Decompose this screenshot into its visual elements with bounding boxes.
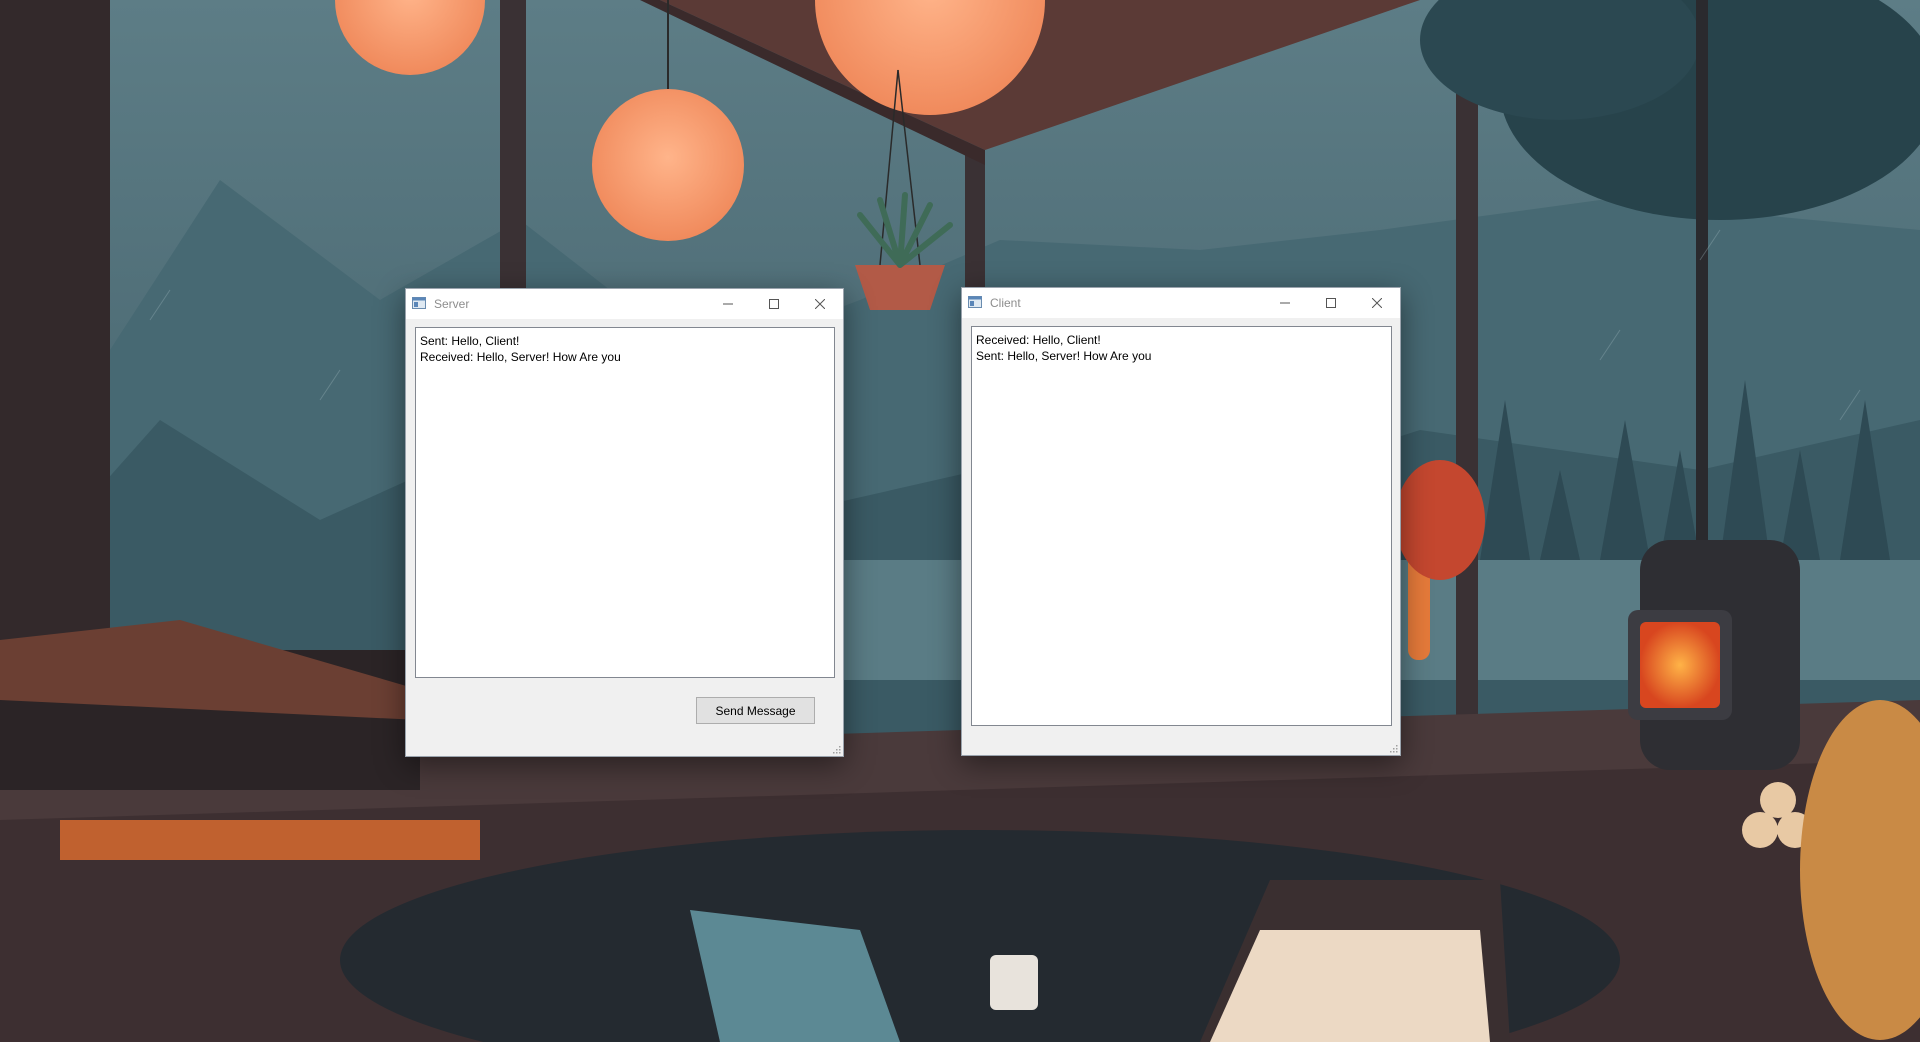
client-window[interactable]: Client Received: Hello, Client! Sent: He… [961,287,1401,756]
app-window-icon [412,297,426,309]
maximize-icon [769,299,779,309]
minimize-icon [723,303,733,305]
send-message-button[interactable]: Send Message [696,697,815,724]
minimize-icon [1280,302,1290,304]
client-message-log[interactable]: Received: Hello, Client! Sent: Hello, Se… [971,326,1392,726]
client-minimize-button[interactable] [1262,288,1308,318]
client-close-button[interactable] [1354,288,1400,318]
log-line: Sent: Hello, Server! How Are you [976,349,1152,363]
log-line: Sent: Hello, Client! [420,334,520,348]
app-window-icon [968,296,982,308]
server-titlebar[interactable]: Server [406,289,843,319]
resize-grip-icon[interactable] [1388,743,1398,753]
server-close-button[interactable] [797,289,843,319]
server-maximize-button[interactable] [751,289,797,319]
server-message-log[interactable]: Sent: Hello, Client! Received: Hello, Se… [415,327,835,678]
close-icon [815,299,825,309]
server-minimize-button[interactable] [705,289,751,319]
client-window-title: Client [990,296,1021,310]
log-line: Received: Hello, Server! How Are you [420,350,621,364]
resize-grip-icon[interactable] [831,744,841,754]
server-window[interactable]: Server Sent: Hello, Client! Received: He… [405,288,844,757]
maximize-icon [1326,298,1336,308]
server-window-title: Server [434,297,470,311]
log-line: Received: Hello, Client! [976,333,1101,347]
client-maximize-button[interactable] [1308,288,1354,318]
wallpaper-image [0,0,1920,1042]
close-icon [1372,298,1382,308]
desktop: Server Sent: Hello, Client! Received: He… [0,0,1920,1042]
client-titlebar[interactable]: Client [962,288,1400,318]
